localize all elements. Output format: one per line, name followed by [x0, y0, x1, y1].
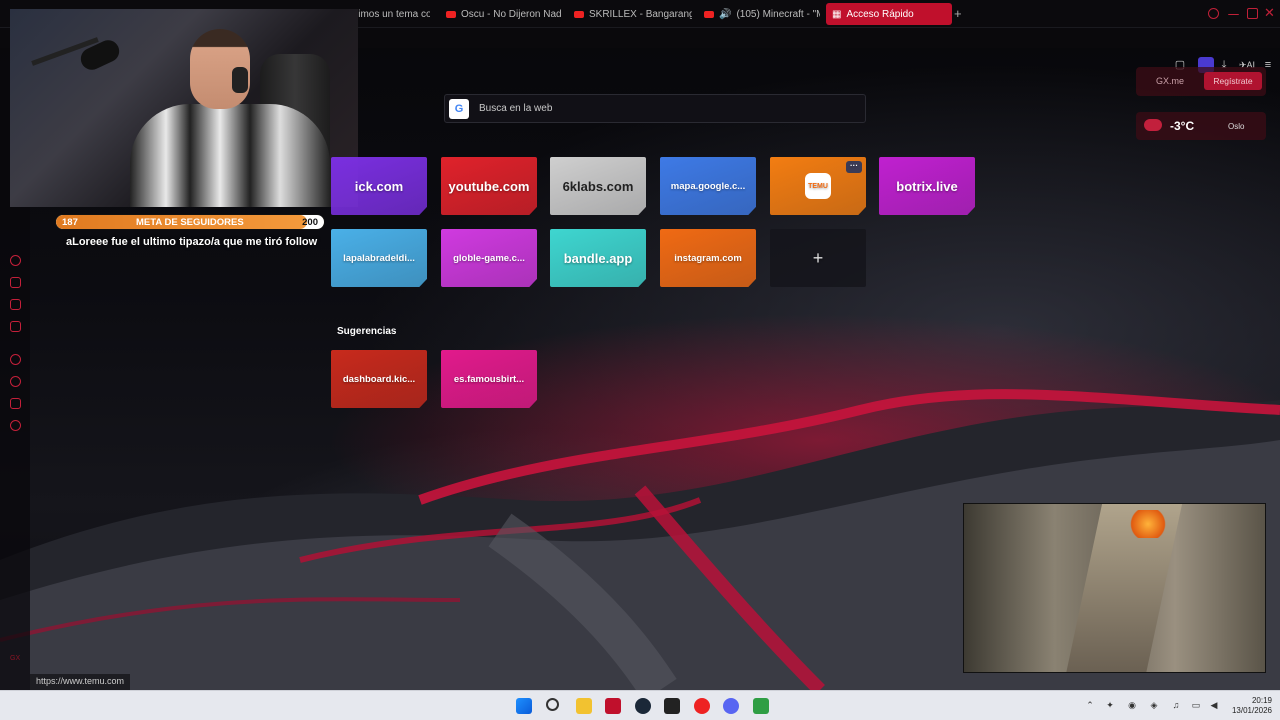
weather-widget[interactable]: -3°C Oslo [1136, 112, 1266, 140]
speed-dial-tile[interactable]: globle-game.c... [441, 229, 537, 287]
opera-gx-icon[interactable] [605, 698, 621, 714]
search-placeholder: Busca en la web [479, 103, 553, 114]
minecraft-gameplay-overlay [963, 503, 1266, 673]
goal-label: META DE SEGUIDORES [136, 217, 244, 228]
new-tab-button[interactable]: + [954, 6, 962, 21]
volume-icon[interactable]: ◀ [1208, 699, 1220, 711]
system-clock[interactable]: 20:19 13/01/2026 [1232, 696, 1272, 716]
tab[interactable]: 🔊(105) Minecraft - "Min [698, 3, 820, 25]
status-url: https://www.temu.com [30, 674, 131, 690]
speed-dial-tile[interactable]: mapa.google.c... [660, 157, 756, 215]
clock-date: 13/01/2026 [1231, 706, 1272, 715]
speed-dial-tile[interactable]: ick.com [331, 157, 427, 215]
speaker-icon: 🔊 [719, 8, 732, 20]
file-explorer-icon[interactable] [576, 698, 592, 714]
last-follower-message: aLoreee fue el ultimo tipazo/a que me ti… [66, 236, 318, 248]
gxme-link[interactable]: GX.me [1156, 76, 1184, 86]
player-icon[interactable] [10, 354, 21, 365]
youtube-icon [704, 10, 714, 18]
goal-start: 187 [62, 217, 78, 228]
suggestions-title: Sugerencias [337, 326, 397, 337]
music-icon[interactable] [10, 321, 21, 332]
minecraft-icon[interactable] [753, 698, 769, 714]
speed-dial-tile[interactable]: 6klabs.com [550, 157, 646, 215]
tray-shield-icon[interactable]: ◉ [1126, 699, 1138, 711]
gx-control-icon[interactable] [10, 255, 21, 266]
gx-corner-label: GX [10, 655, 21, 662]
gx-account-widget: GX.me Regístrate [1136, 67, 1266, 96]
maximize-button[interactable] [1247, 8, 1258, 19]
speed-dial-tile-temu[interactable]: TEMU ··· [770, 157, 866, 215]
close-button[interactable]: ✕ [1264, 5, 1275, 21]
weather-temp: -3°C [1170, 119, 1195, 133]
headset [232, 67, 248, 93]
add-speed-dial-button[interactable]: + [770, 229, 866, 287]
cloud-icon [1144, 119, 1162, 131]
windows-start-icon[interactable] [516, 698, 532, 714]
messenger-icon[interactable] [10, 299, 21, 310]
speed-dial-tile[interactable]: bandle.app [550, 229, 646, 287]
streamer-body [130, 104, 330, 207]
settings-icon[interactable] [10, 420, 21, 431]
search-icon[interactable] [546, 698, 559, 711]
history-icon[interactable] [10, 376, 21, 387]
steam-icon[interactable] [635, 698, 651, 714]
speed-dial-tile[interactable]: botrix.live [879, 157, 975, 215]
youtube-icon [574, 10, 584, 18]
search-bar[interactable]: G Busca en la web [444, 94, 866, 123]
network-icon[interactable]: ▭ [1190, 699, 1202, 711]
tab[interactable]: SKRILLEX - Bangarang fe [568, 3, 692, 25]
tab-acceso-rapido[interactable]: ▦ Acceso Rápido [826, 3, 952, 25]
tray-chevron-icon[interactable]: ⌃ [1084, 699, 1096, 711]
speed-dial-tile[interactable]: youtube.com [441, 157, 537, 215]
suggestion-tile[interactable]: dashboard.kic... [331, 350, 427, 408]
register-button[interactable]: Regístrate [1204, 72, 1262, 90]
suggestion-tile[interactable]: es.famousbirt... [441, 350, 537, 408]
tab[interactable]: Oscu - No Dijeron Nada ( [440, 3, 562, 25]
speed-dial-tile[interactable]: lapalabradeldi... [331, 229, 427, 287]
extensions-icon[interactable] [10, 398, 21, 409]
clock-time: 20:19 [1251, 696, 1272, 705]
webcam-overlay [10, 9, 358, 207]
goal-end: 200 [302, 217, 318, 228]
speed-dial-tile[interactable]: instagram.com [660, 229, 756, 287]
more-options-icon[interactable]: ··· [846, 161, 862, 173]
tray-app-icon[interactable]: ✦ [1104, 699, 1116, 711]
tray-app-icon[interactable]: ◈ [1148, 699, 1160, 711]
minimize-button[interactable] [1228, 14, 1239, 16]
twitch-icon[interactable] [10, 277, 21, 288]
youtube-icon [446, 10, 456, 18]
epic-games-icon[interactable] [664, 698, 680, 714]
youtube-music-icon[interactable] [694, 698, 710, 714]
microphone-icon[interactable]: ♫ [1170, 699, 1182, 711]
discord-icon[interactable] [723, 698, 739, 714]
search-tabs-icon[interactable] [1208, 8, 1219, 19]
weather-city: Oslo [1228, 122, 1245, 131]
google-icon: G [449, 98, 469, 119]
temu-logo-icon: TEMU [805, 173, 831, 199]
taskbar: ⌃ ✦ ◉ ◈ ♫ ▭ ◀ 20:19 13/01/2026 [0, 690, 1280, 720]
speed-dial-icon: ▦ [832, 8, 842, 20]
follower-goal-bar: 187 META DE SEGUIDORES 200 [55, 214, 325, 230]
lava [1129, 510, 1167, 538]
